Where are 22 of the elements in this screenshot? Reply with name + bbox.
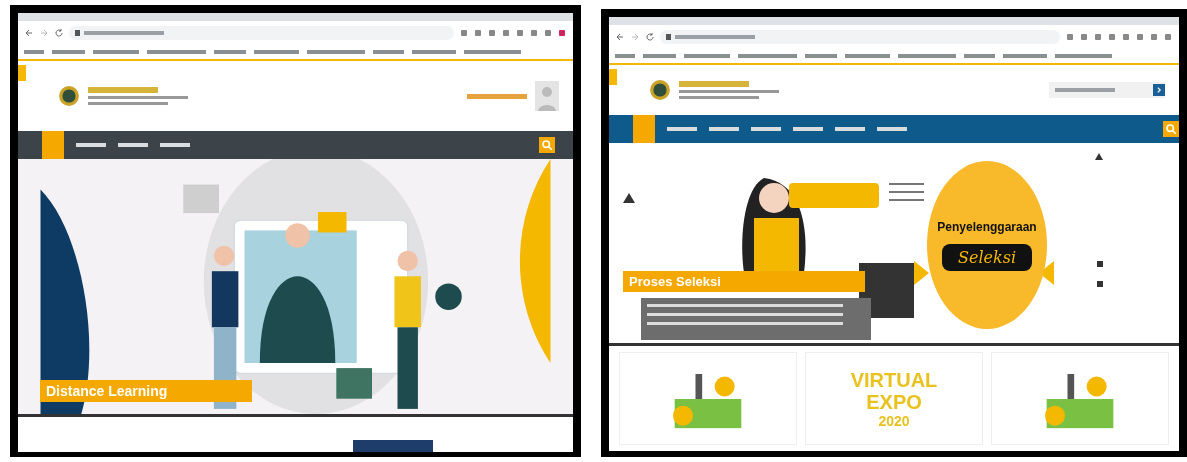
next-icon[interactable] [1153,84,1165,96]
login-field[interactable] [1049,82,1165,98]
address-field[interactable] [69,26,454,40]
expo-year: 2020 [878,412,910,429]
avatar-icon[interactable] [535,80,559,112]
content-card[interactable] [619,352,797,445]
hero-caption: Proses Seleksi [623,271,865,292]
content-card[interactable] [991,352,1169,445]
reload-icon[interactable] [54,28,64,38]
emblem-logo [649,79,671,101]
back-icon[interactable] [615,32,625,42]
expo-title: VIRTUAL EXPO [849,368,939,413]
content-card[interactable]: VIRTUAL EXPO 2020 [805,352,983,445]
reload-icon[interactable] [645,32,655,42]
emblem-logo [58,85,80,107]
badge-title: Penyelenggaraan [937,219,1037,234]
hero-caption: Distance Learning [40,380,252,402]
badge-subtitle: Seleksi [942,243,1033,271]
back-icon[interactable] [24,28,34,38]
address-field[interactable] [660,30,1060,44]
forward-icon[interactable] [630,32,640,42]
forward-icon[interactable] [39,28,49,38]
